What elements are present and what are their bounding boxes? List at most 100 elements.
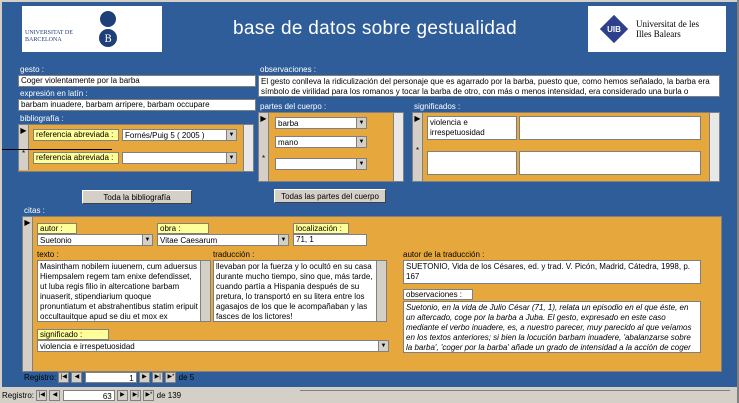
logo-right-line2: Illes Balears	[636, 29, 681, 39]
dropdown-arrow-icon[interactable]: ▼	[142, 235, 152, 245]
significados-subform: ▶ * violencia e irrespetuosidad	[412, 112, 720, 182]
main-form: gesto : Coger violentamente por la barba…	[2, 56, 737, 387]
obra-label: obra :	[157, 223, 209, 234]
svg-text:B: B	[104, 34, 111, 45]
observaciones-label: observaciones :	[258, 65, 322, 75]
inner-record-navigator: Registro: |◀ ◀ 1 ▶ ▶| ▶* de 5	[24, 372, 324, 385]
parte-value-1: barba	[278, 119, 299, 128]
inner-record-total: de 5	[178, 373, 195, 382]
dropdown-arrow-icon[interactable]: ▼	[356, 118, 366, 128]
parte-select-2[interactable]: mano ▼	[275, 136, 367, 148]
record-selector[interactable]	[259, 133, 269, 153]
significado-field-1[interactable]: violencia e irrespetuosidad	[427, 116, 517, 140]
next-record-icon[interactable]: ▶	[116, 390, 128, 402]
citas-label: citas :	[22, 206, 46, 216]
university-barcelona-logo: B UNIVERSITAT DE BARCELONA	[22, 6, 162, 52]
uib-logo: UIB Universitat de les Illes Balears	[588, 6, 726, 52]
significados-scrollbar[interactable]	[709, 113, 719, 181]
significado-note-2[interactable]	[519, 151, 701, 175]
uib-diamond-icon: UIB	[599, 14, 629, 44]
referencia-value-1: Fornés/Puig 5 ( 2005 )	[125, 131, 205, 140]
texto-field[interactable]: Masintham nobilem iuuenem, cum aduersus …	[37, 260, 211, 322]
autor-value: Suetonio	[40, 236, 72, 245]
autor-label: autor :	[37, 223, 77, 234]
last-record-icon[interactable]: ▶|	[152, 372, 164, 384]
prev-record-icon[interactable]: ◀	[71, 372, 83, 384]
next-record-icon[interactable]: ▶	[138, 372, 150, 384]
gesto-label: gesto :	[18, 65, 58, 75]
record-selector-current[interactable]: ▶	[23, 217, 33, 371]
referencia-label-1: referencia abreviada :	[33, 129, 119, 141]
prev-record-icon[interactable]: ◀	[49, 390, 61, 402]
parte-select-1[interactable]: barba ▼	[275, 117, 367, 129]
dropdown-arrow-icon[interactable]: ▼	[378, 341, 388, 351]
autor-select[interactable]: Suetonio ▼	[37, 234, 153, 246]
record-selector-current[interactable]: ▶	[259, 113, 269, 133]
observaciones-field[interactable]: El gesto conlleva la ridiculización del …	[258, 75, 720, 97]
outer-record-navigator: Registro: |◀ ◀ 63 ▶ ▶| ▶* de 139	[2, 390, 302, 402]
obra-select[interactable]: Vitae Caesarum ▼	[157, 234, 289, 246]
gesto-field[interactable]: Coger violentamente por la barba	[18, 75, 256, 87]
autor-traduccion-field[interactable]: SUETONIO, Vida de los Césares, ed. y tra…	[403, 260, 701, 284]
logo-right-line1: Universitat de les	[636, 19, 699, 29]
last-record-icon[interactable]: ▶|	[130, 390, 142, 402]
texto-label: texto :	[37, 250, 59, 259]
toda-bibliografia-button[interactable]: Toda la bibliografía	[82, 190, 192, 204]
expresion-field[interactable]: barbam inuadere, barbam arripere, barbam…	[18, 99, 256, 111]
texto-value: Masintham nobilem iuuenem, cum aduersus …	[40, 262, 198, 321]
observaciones-cita-field[interactable]: Suetonio, en la vida de Julio César (71,…	[403, 301, 701, 353]
significado-cita-value: violencia e irrespetuosidad	[40, 342, 135, 351]
dropdown-arrow-icon[interactable]: ▼	[356, 159, 366, 169]
todas-partes-button[interactable]: Todas las partes del cuerpo	[274, 189, 386, 203]
traduccion-value: llevaban por la fuerza y lo ocultó en su…	[216, 262, 373, 321]
record-selector-new[interactable]: *	[259, 153, 269, 181]
obra-value: Vitae Caesarum	[160, 236, 218, 245]
autor-traduccion-label: autor de la traducción :	[403, 250, 485, 259]
ub-emblem-icon: B	[99, 11, 117, 47]
localizacion-field[interactable]: 71, 1	[293, 234, 367, 246]
horizontal-scrollbar[interactable]	[300, 390, 730, 402]
bibliografia-label: bibliografía :	[18, 114, 74, 124]
significado-cita-select[interactable]: violencia e irrespetuosidad ▼	[37, 340, 389, 352]
record-selector-current[interactable]: ▶	[19, 125, 29, 148]
new-record-icon[interactable]: ▶*	[165, 372, 177, 384]
new-record-icon[interactable]: ▶*	[143, 390, 155, 402]
dropdown-arrow-icon[interactable]: ▼	[278, 235, 288, 245]
expresion-label: expresión en latín :	[18, 89, 100, 99]
significados-label: significados :	[412, 102, 474, 112]
traduccion-label: traducción :	[213, 250, 255, 259]
access-form-window: B UNIVERSITAT DE BARCELONA base de datos…	[0, 0, 739, 403]
bibliografia-scrollbar[interactable]	[243, 125, 253, 171]
outer-record-total: de 139	[156, 391, 182, 400]
referencia-select-2[interactable]: ▼	[122, 152, 237, 164]
uib-mark: UIB	[607, 25, 621, 34]
bibliografia-subform: ▶ * referencia abreviada : Fornés/Puig 5…	[18, 124, 254, 172]
partes-label: partes del cuerpo :	[258, 102, 328, 112]
traduccion-scrollbar[interactable]	[376, 261, 386, 321]
partes-scrollbar[interactable]	[393, 113, 403, 181]
referencia-select-1[interactable]: Fornés/Puig 5 ( 2005 ) ▼	[122, 129, 237, 141]
logo-right-text: Universitat de les Illes Balears	[636, 19, 724, 39]
referencia-label-2: referencia abreviada :	[33, 152, 119, 164]
significado-cita-label: significado :	[37, 329, 109, 340]
significado-note-1[interactable]	[519, 116, 701, 140]
observaciones-cita-label: observaciones :	[403, 289, 473, 300]
record-selector-current[interactable]: ▶	[413, 113, 423, 145]
first-record-icon[interactable]: |◀	[36, 390, 48, 402]
inner-record-number[interactable]: 1	[84, 372, 137, 384]
outer-registro-label: Registro:	[2, 391, 35, 400]
record-selector-new[interactable]: *	[413, 145, 423, 181]
dropdown-arrow-icon[interactable]: ▼	[356, 137, 366, 147]
parte-select-3[interactable]: ▼	[275, 158, 367, 170]
traduccion-field[interactable]: llevaban por la fuerza y lo ocultó en su…	[213, 260, 387, 322]
texto-scrollbar[interactable]	[200, 261, 210, 321]
partes-subform: ▶ * barba ▼ mano ▼ ▼	[258, 112, 404, 182]
first-record-icon[interactable]: |◀	[58, 372, 70, 384]
record-selector-new[interactable]: *	[19, 148, 29, 170]
significado-field-2[interactable]	[427, 151, 517, 175]
outer-record-number[interactable]: 63	[62, 390, 115, 402]
connector-line	[2, 149, 112, 150]
logo-left-text: UNIVERSITAT DE BARCELONA	[25, 30, 73, 43]
dropdown-arrow-icon[interactable]: ▼	[226, 153, 236, 163]
dropdown-arrow-icon[interactable]: ▼	[226, 130, 236, 140]
